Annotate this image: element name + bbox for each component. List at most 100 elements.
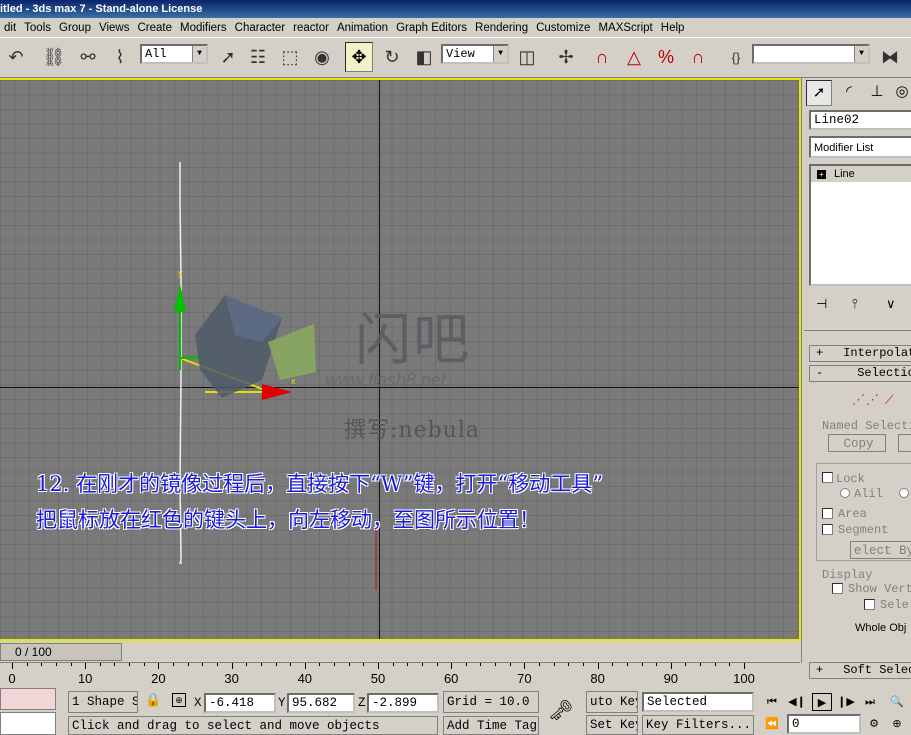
menu-item-views[interactable]: Views xyxy=(95,18,133,38)
lock-handles-checkbox[interactable] xyxy=(822,472,833,483)
menu-item-dit[interactable]: dit xyxy=(0,18,20,38)
track-bar-minor-tick xyxy=(729,663,731,666)
menu-item-customize[interactable]: Customize xyxy=(532,18,594,38)
copy-button[interactable]: Copy xyxy=(828,434,886,452)
track-bar[interactable]: 0 10 20 30 40 50 60 70 80 90 100 xyxy=(0,662,800,688)
all-radio[interactable] xyxy=(899,488,909,498)
track-bar-minor-tick xyxy=(392,663,394,666)
maxscript-output-mini[interactable] xyxy=(0,712,56,735)
menu-item-maxscript[interactable]: MAXScript xyxy=(594,18,656,38)
go-to-end-icon[interactable]: ⏭ xyxy=(860,693,880,711)
hierarchy-tab-icon[interactable]: ⊥ xyxy=(864,80,890,106)
select-and-manipulate-icon[interactable]: ✢ xyxy=(552,42,580,72)
selection-filter-dropdown[interactable]: All ▼ xyxy=(140,44,208,64)
soft-selection-rollout[interactable]: + Soft Selec xyxy=(809,662,911,679)
selection-lock-icon[interactable]: 🔒 xyxy=(145,692,161,708)
menu-item-modifiers[interactable]: Modifiers xyxy=(176,18,231,38)
auto-key-button[interactable]: uto Key xyxy=(586,691,638,713)
z-coord-field[interactable]: -2.899 xyxy=(367,693,439,713)
key-set-dropdown[interactable]: Selected xyxy=(642,692,754,712)
menu-item-reactor[interactable]: reactor xyxy=(289,18,333,38)
menu-item-rendering[interactable]: Rendering xyxy=(471,18,532,38)
menu-item-help[interactable]: Help xyxy=(657,18,689,38)
select-by-name-icon[interactable]: ☷ xyxy=(244,42,272,72)
select-and-link-icon[interactable]: ⛓ xyxy=(40,42,68,72)
track-bar-minor-tick xyxy=(714,663,716,666)
x-coord-field[interactable]: -6.418 xyxy=(204,693,276,713)
select-and-move-icon[interactable]: ✥ xyxy=(345,42,373,72)
track-bar-minor-tick xyxy=(319,663,321,666)
play-icon[interactable]: ▶ xyxy=(812,693,832,711)
interpolation-rollout[interactable]: + Interpolat xyxy=(809,345,911,362)
y-coord-field[interactable]: 95.682 xyxy=(287,693,355,713)
time-configuration-icon[interactable]: ⚙ xyxy=(864,715,884,733)
window-crossing-icon[interactable]: ◉ xyxy=(308,42,336,72)
make-unique-icon[interactable]: ∨ xyxy=(886,296,896,312)
area-selection-checkbox[interactable] xyxy=(822,508,833,519)
show-end-result-icon[interactable]: ⫯ xyxy=(852,296,858,312)
mirror-icon[interactable]: ⧓ xyxy=(876,42,904,72)
snaps-toggle-icon[interactable]: ∩ xyxy=(588,42,616,72)
set-key-button[interactable]: Set Key xyxy=(586,715,638,735)
track-bar-minor-tick xyxy=(641,663,643,666)
create-tab-icon[interactable]: ➚ xyxy=(806,80,832,106)
select-by-button[interactable]: elect By xyxy=(850,541,911,559)
zoom-icon[interactable]: 🔍 xyxy=(887,693,907,711)
spinner-snap-icon[interactable]: ∩ xyxy=(684,42,712,72)
set-key-mode-icon[interactable]: 🗝 xyxy=(548,698,573,723)
menu-bar: dit Tools Group Views Create Modifiers Charact… xyxy=(0,18,911,38)
show-vertex-numbers-checkbox[interactable] xyxy=(832,583,843,594)
edit-named-selection-icon[interactable]: {} xyxy=(722,42,750,72)
previous-frame-icon[interactable]: ◀❙ xyxy=(787,693,807,711)
paste-button[interactable] xyxy=(898,434,911,452)
selection-rollout[interactable]: - Selectio xyxy=(809,365,911,382)
perspective-viewport[interactable]: y x 闪吧 www.flash8.net 撰写:nebula 12. 在刚才的… xyxy=(0,78,801,641)
reference-coordinate-dropdown[interactable]: View ▼ xyxy=(441,44,509,64)
use-pivot-center-icon[interactable]: ◫ xyxy=(513,42,541,72)
track-bar-tick xyxy=(597,663,599,669)
modify-tab-icon[interactable]: ◜ xyxy=(836,80,862,106)
track-bar-label: 20 xyxy=(151,671,166,686)
selection-count: 1 Shape S xyxy=(68,691,138,713)
key-mode-toggle-icon[interactable]: ⏪ xyxy=(762,715,782,733)
prompt-line: Click and drag to select and move object… xyxy=(68,716,438,735)
select-object-icon[interactable]: ➚ xyxy=(214,42,242,72)
modifier-stack-item[interactable]: + Line xyxy=(811,166,911,182)
angle-snap-icon[interactable]: △ xyxy=(620,42,648,72)
key-filters-button[interactable]: Key Filters... xyxy=(642,715,754,735)
vertex-level-icon[interactable]: ⋰⋰ ⟋ xyxy=(852,392,895,408)
modifier-list-dropdown[interactable]: Modifier List xyxy=(809,136,911,158)
add-time-tag-button[interactable]: Add Time Tag xyxy=(443,716,539,735)
track-bar-minor-tick xyxy=(41,663,43,666)
menu-item-graph-editors[interactable]: Graph Editors xyxy=(392,18,471,38)
named-selections-label: Named Selecti xyxy=(822,419,911,433)
segment-end-checkbox[interactable] xyxy=(822,524,833,535)
absolute-mode-icon[interactable]: ⊕ xyxy=(172,693,186,707)
maxscript-listener-mini[interactable] xyxy=(0,688,56,710)
next-frame-icon[interactable]: ❙▶ xyxy=(836,693,856,711)
selected-only-checkbox[interactable] xyxy=(864,599,875,610)
time-slider[interactable]: 0 / 100 xyxy=(0,643,122,661)
menu-item-group[interactable]: Group xyxy=(55,18,95,38)
rectangular-selection-icon[interactable]: ⬚ xyxy=(276,42,304,72)
pin-stack-icon[interactable]: ⊣ xyxy=(816,296,827,312)
menu-item-tools[interactable]: Tools xyxy=(20,18,55,38)
menu-item-create[interactable]: Create xyxy=(133,18,176,38)
main-toolbar: ↶ ⛓ ⚯ ⌇ All ▼ ➚ ☷ ⬚ ◉ ✥ ↻ ◧ View ▼ ◫ ✢ ∩ △… xyxy=(0,38,911,78)
percent-snap-icon[interactable]: % xyxy=(652,42,680,72)
select-and-scale-icon[interactable]: ◧ xyxy=(410,42,438,72)
zoom-all-icon[interactable]: ⊕ xyxy=(887,715,907,733)
object-name-field[interactable]: Line02 xyxy=(809,110,911,130)
named-selection-sets-dropdown[interactable]: ▼ xyxy=(752,44,870,64)
current-frame-field[interactable]: 0 xyxy=(787,714,861,734)
go-to-start-icon[interactable]: ⏮ xyxy=(762,693,782,711)
menu-item-character[interactable]: Character xyxy=(231,18,290,38)
unlink-icon[interactable]: ⚯ xyxy=(74,42,102,72)
bind-space-warp-icon[interactable]: ⌇ xyxy=(106,42,134,72)
area-selection-label: Area xyxy=(838,507,867,521)
alike-radio[interactable] xyxy=(840,488,850,498)
select-and-rotate-icon[interactable]: ↻ xyxy=(378,42,406,72)
undo-icon[interactable]: ↶ xyxy=(2,42,30,72)
motion-tab-icon[interactable]: ◎ xyxy=(892,80,911,106)
menu-item-animation[interactable]: Animation xyxy=(333,18,392,38)
